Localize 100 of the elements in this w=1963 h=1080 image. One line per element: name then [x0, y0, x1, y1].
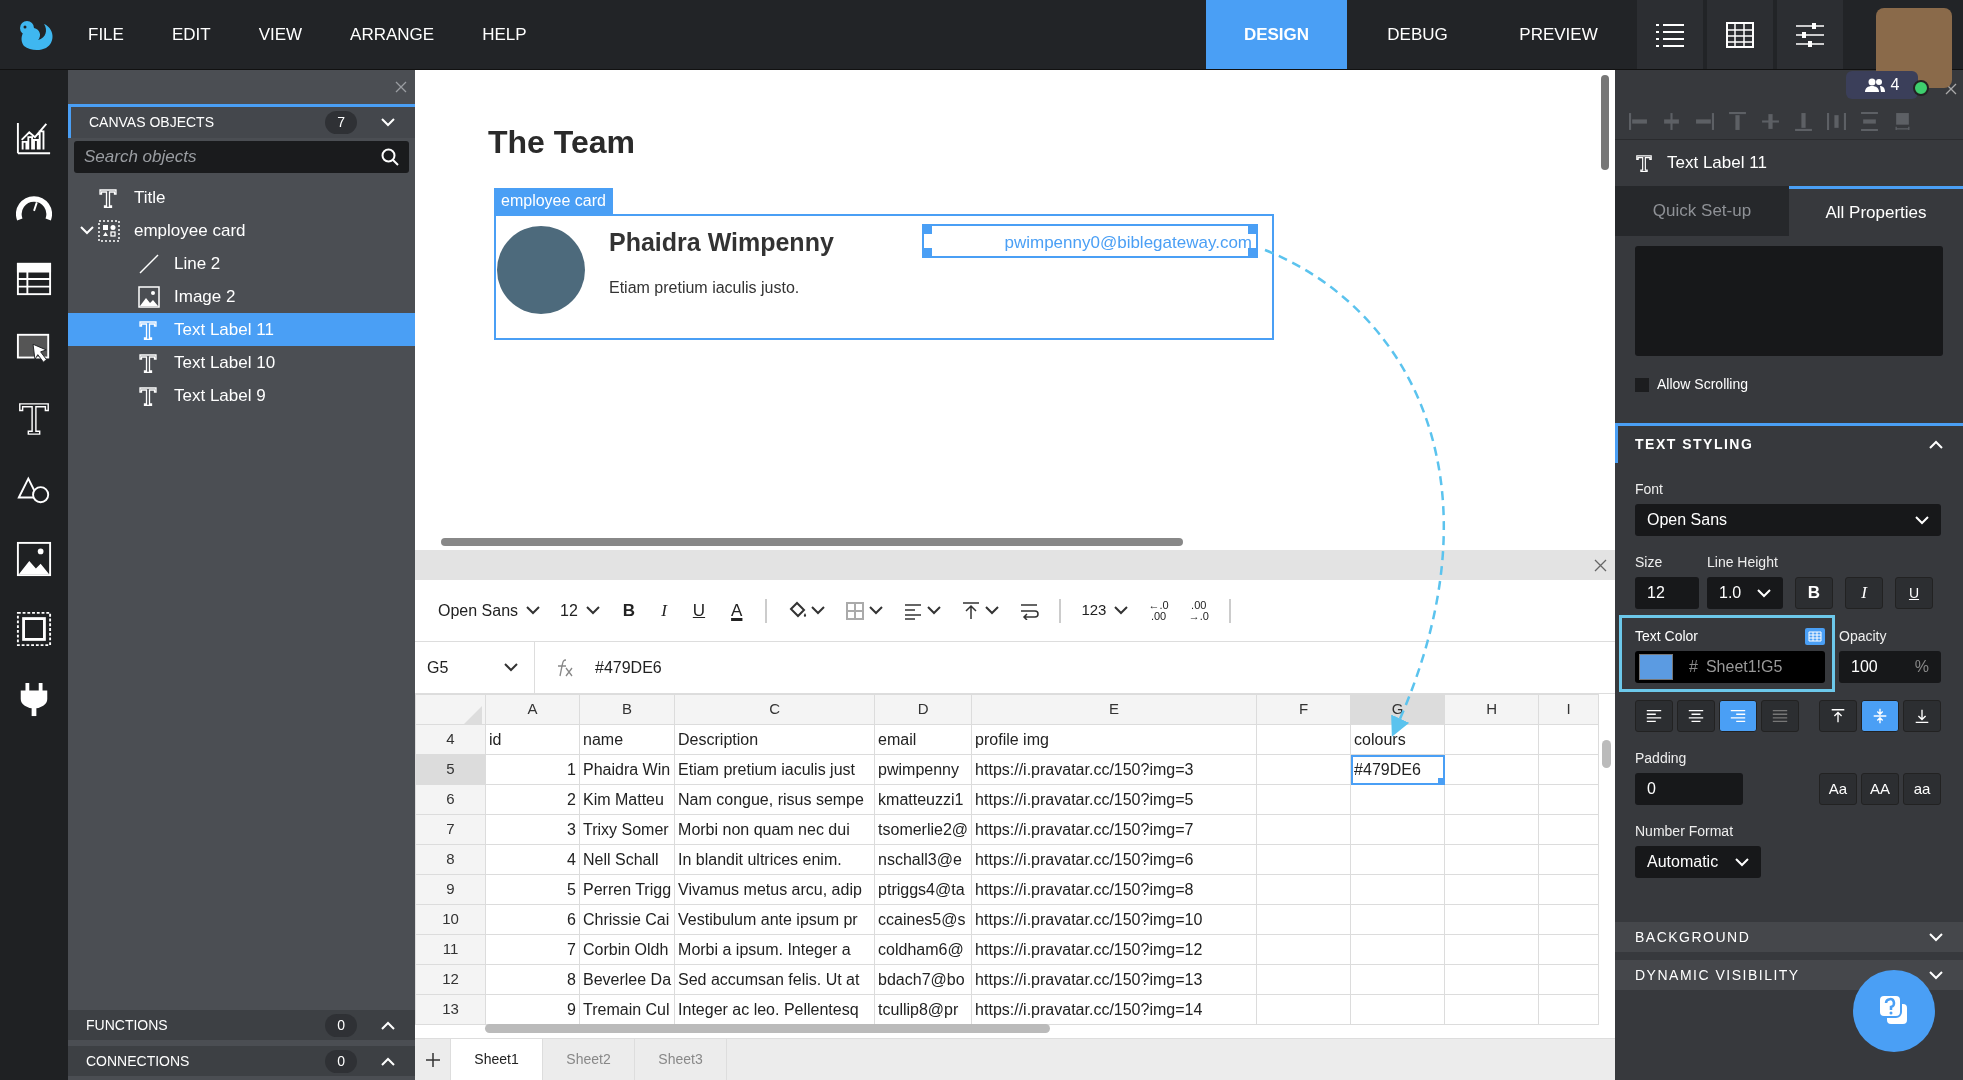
decimal-button[interactable]: ←.0 .00 [1148, 599, 1169, 622]
table-cell[interactable]: Vivamus metus arcu, adip [674, 874, 875, 905]
table-icon[interactable] [16, 260, 52, 298]
row-header[interactable]: 5 [415, 754, 486, 785]
table-cell[interactable]: Sed accumsan felis. Ut at [674, 964, 875, 995]
row-header[interactable]: 13 [415, 994, 486, 1025]
search-icon[interactable] [381, 148, 399, 166]
font-dropdown[interactable]: Open Sans [1635, 504, 1941, 536]
table-cell[interactable]: https://i.pravatar.cc/150?img=3 [971, 754, 1257, 785]
scrollbar-thumb[interactable] [1602, 740, 1611, 768]
cell-reference-dropdown[interactable]: G5 [415, 642, 535, 693]
column-header[interactable]: H [1444, 694, 1539, 725]
scrollbar-thumb[interactable] [485, 1024, 1050, 1033]
table-cell[interactable]: 4 [485, 844, 580, 875]
decimal-button[interactable]: .00 →.0 [1188, 599, 1209, 622]
table-cell[interactable]: Chrissie Cai [579, 904, 675, 935]
table-cell[interactable]: 8 [485, 964, 580, 995]
image-icon[interactable] [16, 540, 52, 578]
panel-header[interactable]: CANVAS OBJECTS 7 [68, 104, 415, 138]
menu-item[interactable]: HELP [482, 21, 527, 48]
color-field[interactable]: # Sheet1!G5 [1635, 651, 1825, 683]
search-field[interactable]: Search objects [74, 141, 409, 173]
row-header[interactable]: 12 [415, 964, 486, 995]
table-cell[interactable]: https://i.pravatar.cc/150?img=13 [971, 964, 1257, 995]
column-header[interactable]: A [485, 694, 580, 725]
scrollbar-thumb[interactable] [1601, 75, 1609, 170]
text-style-button[interactable]: B [1795, 577, 1833, 609]
table-cell[interactable]: Perren Trigg [579, 874, 675, 905]
table-cell[interactable]: https://i.pravatar.cc/150?img=12 [971, 934, 1257, 965]
column-header[interactable]: B [579, 694, 675, 725]
mode-tab[interactable]: PREVIEW [1488, 0, 1629, 69]
text-case-button[interactable]: AA [1861, 773, 1899, 805]
table-cell[interactable]: Trixy Somer [579, 814, 675, 845]
table-cell[interactable]: Morbi non quam nec dui [674, 814, 875, 845]
menu-item[interactable]: FILE [88, 21, 124, 48]
text-wrap-icon[interactable] [1019, 601, 1040, 620]
vertical-align-middle-button[interactable] [1861, 700, 1899, 732]
tree-item[interactable]: Text Label 10 [68, 346, 415, 379]
resize-handle[interactable] [922, 248, 932, 258]
sheet-tab[interactable]: Sheet1 [451, 1039, 543, 1080]
table-cell[interactable]: 3 [485, 814, 580, 845]
table-cell[interactable]: Etiam pretium iaculis just [674, 754, 875, 785]
tree-item[interactable]: employee card [68, 214, 415, 247]
align-left-button[interactable] [1635, 700, 1673, 732]
format-button[interactable]: B [619, 597, 639, 624]
mode-tab[interactable]: DEBUG [1347, 0, 1488, 69]
table-cell[interactable]: ccaines5@s [874, 904, 972, 935]
list-view-button[interactable] [1637, 0, 1703, 69]
size-field[interactable]: 12 [1635, 577, 1699, 609]
format-button[interactable]: I [658, 597, 670, 624]
resize-handle[interactable] [1248, 224, 1258, 234]
text-color-group[interactable]: Text Color # Sheet1!G5 [1619, 615, 1835, 692]
column-header[interactable]: I [1538, 694, 1599, 725]
menu-item[interactable]: ARRANGE [350, 21, 435, 48]
table-cell[interactable]: https://i.pravatar.cc/150?img=7 [971, 814, 1257, 845]
table-cell[interactable]: kmatteuzzi1 [874, 784, 972, 815]
table-cell[interactable]: email [874, 724, 972, 755]
table-cell[interactable]: Corbin Oldh [579, 934, 675, 965]
text-case-button[interactable]: aa [1903, 773, 1941, 805]
add-icon[interactable] [425, 1052, 440, 1067]
tree-item[interactable]: Title [68, 181, 415, 214]
vertical-align-bottom-button[interactable] [1903, 700, 1941, 732]
row-header[interactable]: 6 [415, 784, 486, 815]
table-cell[interactable]: colours [1350, 724, 1445, 755]
column-header[interactable]: E [971, 694, 1257, 725]
close-icon[interactable] [395, 81, 407, 93]
section-header[interactable]: TEXT STYLING [1615, 423, 1963, 463]
table-cell[interactable]: id [485, 724, 580, 755]
section-header[interactable]: DYNAMIC VISIBILITY [1615, 960, 1963, 990]
settings-button[interactable] [1777, 0, 1843, 69]
line-height-dropdown[interactable]: 1.0 [1707, 577, 1783, 609]
section-header[interactable]: FUNCTIONS 0 [68, 1010, 415, 1040]
table-cell[interactable]: tsomerlie2@ [874, 814, 972, 845]
sheet-link-icon[interactable] [1805, 628, 1825, 645]
table-cell[interactable]: profile img [971, 724, 1257, 755]
padding-field[interactable]: 0 [1635, 773, 1743, 805]
text-style-button[interactable]: U [1895, 577, 1933, 609]
row-header[interactable]: 7 [415, 814, 486, 845]
tree-item[interactable]: Image 2 [68, 280, 415, 313]
close-icon[interactable] [1945, 83, 1957, 96]
vertical-align-top-icon[interactable] [961, 600, 982, 621]
column-header[interactable]: C [674, 694, 875, 725]
vertical-align-top-button[interactable] [1819, 700, 1857, 732]
table-cell[interactable]: Beverlee Da [579, 964, 675, 995]
color-swatch[interactable] [1639, 654, 1673, 680]
table-cell[interactable]: https://i.pravatar.cc/150?img=8 [971, 874, 1257, 905]
menu-item[interactable]: EDIT [171, 21, 211, 48]
table-cell[interactable]: 2 [485, 784, 580, 815]
row-header[interactable]: 4 [415, 724, 486, 755]
text-tool-icon[interactable] [16, 400, 52, 438]
row-header[interactable]: 8 [415, 844, 486, 875]
opacity-field[interactable]: 100 % [1839, 651, 1941, 683]
column-header[interactable]: G [1350, 694, 1445, 725]
table-cell[interactable]: 1 [485, 754, 580, 785]
table-cell[interactable]: name [579, 724, 675, 755]
collaborators-badge[interactable]: 4 [1846, 71, 1918, 99]
table-cell[interactable]: https://i.pravatar.cc/150?img=6 [971, 844, 1257, 875]
table-cell[interactable]: 5 [485, 874, 580, 905]
row-header[interactable]: 10 [415, 904, 486, 935]
formula-value[interactable]: #479DE6 [595, 655, 662, 680]
